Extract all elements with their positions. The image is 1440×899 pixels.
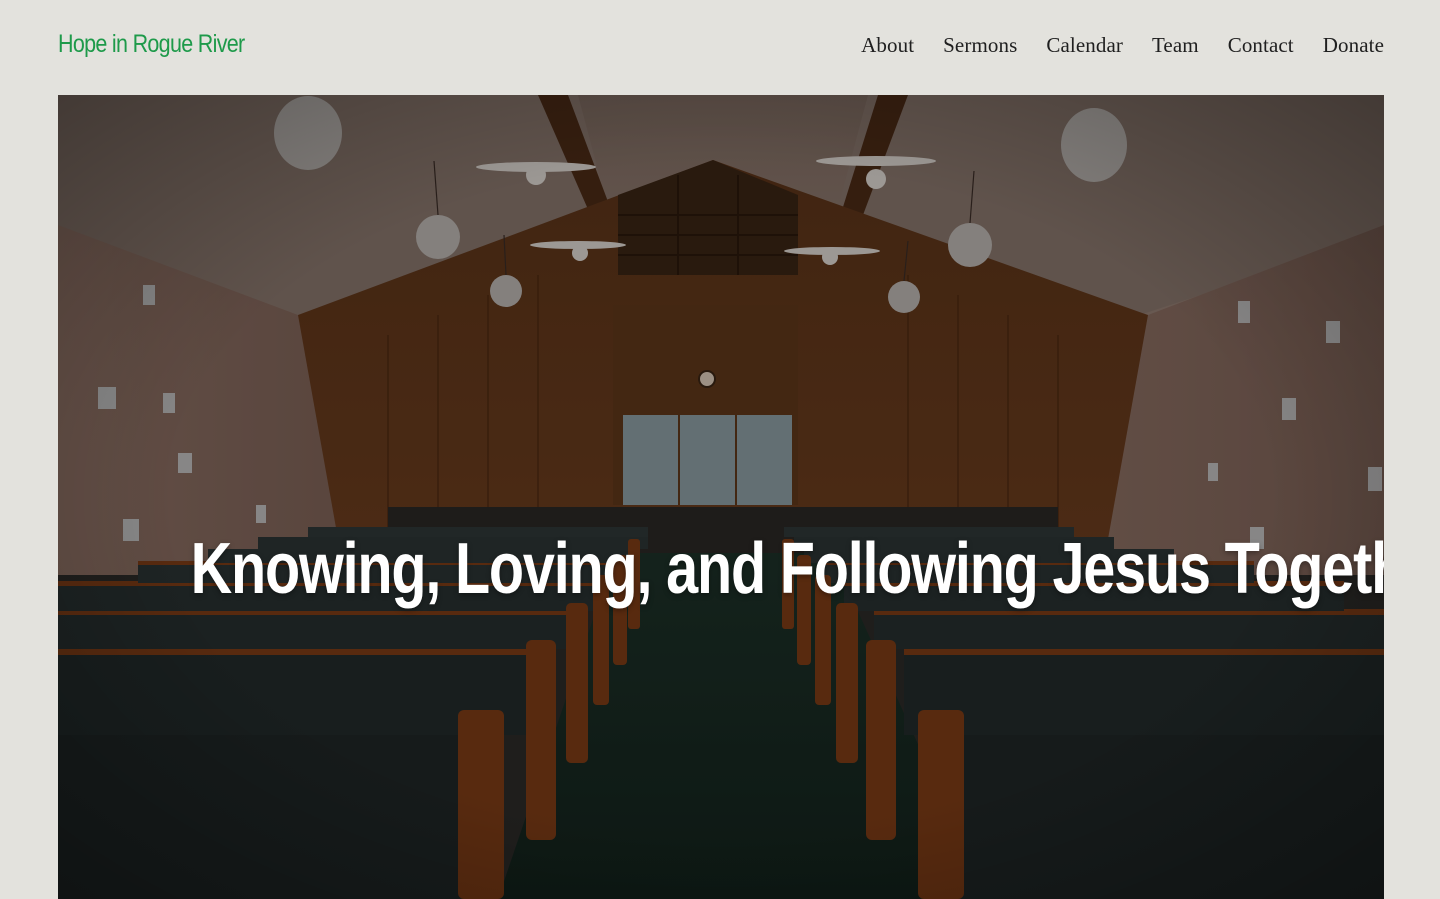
hero-headline: Knowing, Loving, and Following Jesus Tog… <box>190 529 1384 610</box>
nav-link-calendar[interactable]: Calendar <box>1046 33 1123 58</box>
site-header: Hope in Rogue River About Sermons Calend… <box>0 0 1440 95</box>
nav-link-about[interactable]: About <box>861 33 914 58</box>
main-nav: About Sermons Calendar Team Contact Dona… <box>861 33 1384 58</box>
nav-link-team[interactable]: Team <box>1152 33 1199 58</box>
hero-banner: Knowing, Loving, and Following Jesus Tog… <box>58 95 1384 899</box>
hero-sanctuary-image <box>58 95 1384 899</box>
site-logo-link[interactable]: Hope in Rogue River <box>58 30 245 59</box>
nav-link-sermons[interactable]: Sermons <box>943 33 1017 58</box>
nav-link-donate[interactable]: Donate <box>1323 33 1384 58</box>
nav-link-contact[interactable]: Contact <box>1228 33 1294 58</box>
